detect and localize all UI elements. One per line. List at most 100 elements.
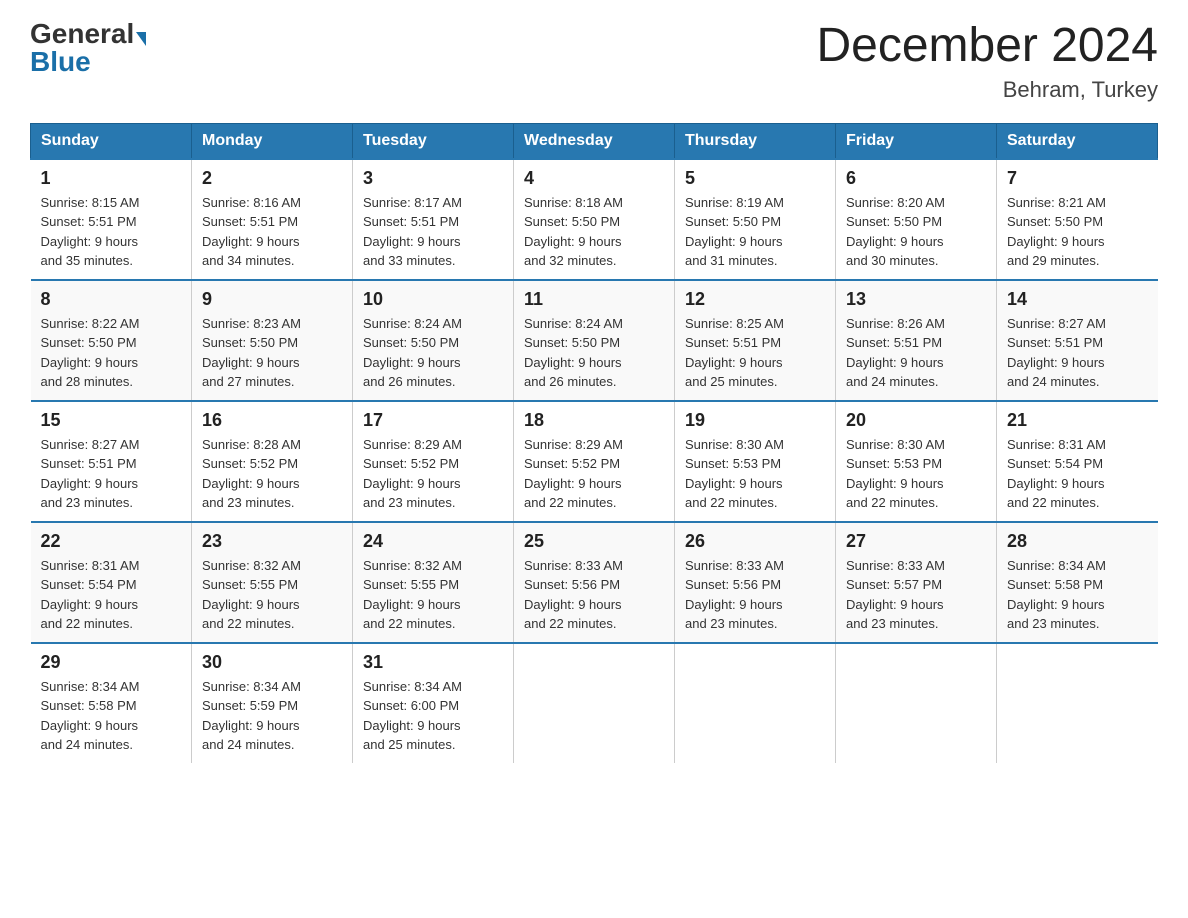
day-number: 22 bbox=[41, 531, 182, 552]
day-cell: 7 Sunrise: 8:21 AMSunset: 5:50 PMDaylight… bbox=[997, 159, 1158, 280]
day-cell: 23 Sunrise: 8:32 AMSunset: 5:55 PMDayligh… bbox=[192, 522, 353, 643]
day-cell: 1 Sunrise: 8:15 AMSunset: 5:51 PMDaylight… bbox=[31, 159, 192, 280]
logo-blue-text: Blue bbox=[30, 48, 91, 76]
day-info: Sunrise: 8:18 AMSunset: 5:50 PMDaylight:… bbox=[524, 193, 664, 271]
day-info: Sunrise: 8:33 AMSunset: 5:56 PMDaylight:… bbox=[685, 556, 825, 634]
day-cell: 27 Sunrise: 8:33 AMSunset: 5:57 PMDayligh… bbox=[836, 522, 997, 643]
day-cell: 16Sunrise: 8:28 AMSunset: 5:52 PMDayligh… bbox=[192, 401, 353, 522]
title-block: December 2024 Behram, Turkey bbox=[816, 20, 1158, 103]
day-cell: 8Sunrise: 8:22 AMSunset: 5:50 PMDaylight… bbox=[31, 280, 192, 401]
day-number: 19 bbox=[685, 410, 825, 431]
day-number: 23 bbox=[202, 531, 342, 552]
day-info: Sunrise: 8:24 AMSunset: 5:50 PMDaylight:… bbox=[524, 314, 664, 392]
day-number: 12 bbox=[685, 289, 825, 310]
day-cell: 25 Sunrise: 8:33 AMSunset: 5:56 PMDayligh… bbox=[514, 522, 675, 643]
week-row-3: 15Sunrise: 8:27 AMSunset: 5:51 PMDayligh… bbox=[31, 401, 1158, 522]
logo-triangle-icon bbox=[136, 32, 146, 46]
day-number: 6 bbox=[846, 168, 986, 189]
day-number: 27 bbox=[846, 531, 986, 552]
logo-general-text: General bbox=[30, 18, 134, 49]
day-cell bbox=[836, 643, 997, 763]
day-info: Sunrise: 8:26 AMSunset: 5:51 PMDaylight:… bbox=[846, 314, 986, 392]
day-cell: 18Sunrise: 8:29 AMSunset: 5:52 PMDayligh… bbox=[514, 401, 675, 522]
day-number: 9 bbox=[202, 289, 342, 310]
col-saturday: Saturday bbox=[997, 123, 1158, 159]
day-info: Sunrise: 8:17 AMSunset: 5:51 PMDaylight:… bbox=[363, 193, 503, 271]
day-info: Sunrise: 8:21 AMSunset: 5:50 PMDaylight:… bbox=[1007, 193, 1148, 271]
day-info: Sunrise: 8:25 AMSunset: 5:51 PMDaylight:… bbox=[685, 314, 825, 392]
day-cell: 24 Sunrise: 8:32 AMSunset: 5:55 PMDayligh… bbox=[353, 522, 514, 643]
day-info: Sunrise: 8:32 AMSunset: 5:55 PMDaylight:… bbox=[363, 556, 503, 634]
day-number: 14 bbox=[1007, 289, 1148, 310]
day-cell: 3 Sunrise: 8:17 AMSunset: 5:51 PMDaylight… bbox=[353, 159, 514, 280]
day-info: Sunrise: 8:34 AMSunset: 5:58 PMDaylight:… bbox=[41, 677, 182, 755]
day-info: Sunrise: 8:24 AMSunset: 5:50 PMDaylight:… bbox=[363, 314, 503, 392]
week-row-4: 22 Sunrise: 8:31 AMSunset: 5:54 PMDayligh… bbox=[31, 522, 1158, 643]
day-cell: 28 Sunrise: 8:34 AMSunset: 5:58 PMDayligh… bbox=[997, 522, 1158, 643]
col-sunday: Sunday bbox=[31, 123, 192, 159]
day-cell: 19 Sunrise: 8:30 AMSunset: 5:53 PMDayligh… bbox=[675, 401, 836, 522]
day-info: Sunrise: 8:29 AMSunset: 5:52 PMDaylight:… bbox=[363, 435, 503, 513]
col-tuesday: Tuesday bbox=[353, 123, 514, 159]
day-info: Sunrise: 8:32 AMSunset: 5:55 PMDaylight:… bbox=[202, 556, 342, 634]
day-cell: 20 Sunrise: 8:30 AMSunset: 5:53 PMDayligh… bbox=[836, 401, 997, 522]
day-number: 5 bbox=[685, 168, 825, 189]
day-info: Sunrise: 8:20 AMSunset: 5:50 PMDaylight:… bbox=[846, 193, 986, 271]
week-row-1: 1 Sunrise: 8:15 AMSunset: 5:51 PMDaylight… bbox=[31, 159, 1158, 280]
day-info: Sunrise: 8:34 AMSunset: 6:00 PMDaylight:… bbox=[363, 677, 503, 755]
month-title: December 2024 bbox=[816, 20, 1158, 73]
day-number: 29 bbox=[41, 652, 182, 673]
day-number: 30 bbox=[202, 652, 342, 673]
location-text: Behram, Turkey bbox=[816, 77, 1158, 103]
day-number: 11 bbox=[524, 289, 664, 310]
day-number: 3 bbox=[363, 168, 503, 189]
col-thursday: Thursday bbox=[675, 123, 836, 159]
day-cell: 14 Sunrise: 8:27 AMSunset: 5:51 PMDayligh… bbox=[997, 280, 1158, 401]
day-number: 20 bbox=[846, 410, 986, 431]
day-info: Sunrise: 8:29 AMSunset: 5:52 PMDaylight:… bbox=[524, 435, 664, 513]
day-info: Sunrise: 8:33 AMSunset: 5:56 PMDaylight:… bbox=[524, 556, 664, 634]
calendar-table: Sunday Monday Tuesday Wednesday Thursday… bbox=[30, 123, 1158, 763]
day-number: 31 bbox=[363, 652, 503, 673]
day-info: Sunrise: 8:30 AMSunset: 5:53 PMDaylight:… bbox=[846, 435, 986, 513]
day-cell: 2Sunrise: 8:16 AMSunset: 5:51 PMDaylight… bbox=[192, 159, 353, 280]
day-info: Sunrise: 8:23 AMSunset: 5:50 PMDaylight:… bbox=[202, 314, 342, 392]
day-info: Sunrise: 8:27 AMSunset: 5:51 PMDaylight:… bbox=[1007, 314, 1148, 392]
day-number: 2 bbox=[202, 168, 342, 189]
day-cell: 26Sunrise: 8:33 AMSunset: 5:56 PMDayligh… bbox=[675, 522, 836, 643]
day-number: 24 bbox=[363, 531, 503, 552]
day-number: 28 bbox=[1007, 531, 1148, 552]
day-number: 17 bbox=[363, 410, 503, 431]
day-info: Sunrise: 8:31 AMSunset: 5:54 PMDaylight:… bbox=[41, 556, 182, 634]
day-cell: 21 Sunrise: 8:31 AMSunset: 5:54 PMDayligh… bbox=[997, 401, 1158, 522]
col-wednesday: Wednesday bbox=[514, 123, 675, 159]
day-cell bbox=[675, 643, 836, 763]
day-info: Sunrise: 8:34 AMSunset: 5:59 PMDaylight:… bbox=[202, 677, 342, 755]
col-monday: Monday bbox=[192, 123, 353, 159]
day-cell: 4 Sunrise: 8:18 AMSunset: 5:50 PMDaylight… bbox=[514, 159, 675, 280]
day-info: Sunrise: 8:28 AMSunset: 5:52 PMDaylight:… bbox=[202, 435, 342, 513]
day-info: Sunrise: 8:30 AMSunset: 5:53 PMDaylight:… bbox=[685, 435, 825, 513]
day-number: 15 bbox=[41, 410, 182, 431]
day-cell: 17 Sunrise: 8:29 AMSunset: 5:52 PMDayligh… bbox=[353, 401, 514, 522]
col-friday: Friday bbox=[836, 123, 997, 159]
day-cell: 31 Sunrise: 8:34 AMSunset: 6:00 PMDayligh… bbox=[353, 643, 514, 763]
day-info: Sunrise: 8:33 AMSunset: 5:57 PMDaylight:… bbox=[846, 556, 986, 634]
day-info: Sunrise: 8:15 AMSunset: 5:51 PMDaylight:… bbox=[41, 193, 182, 271]
day-info: Sunrise: 8:34 AMSunset: 5:58 PMDaylight:… bbox=[1007, 556, 1148, 634]
week-row-5: 29 Sunrise: 8:34 AMSunset: 5:58 PMDayligh… bbox=[31, 643, 1158, 763]
day-info: Sunrise: 8:31 AMSunset: 5:54 PMDaylight:… bbox=[1007, 435, 1148, 513]
day-cell: 12 Sunrise: 8:25 AMSunset: 5:51 PMDayligh… bbox=[675, 280, 836, 401]
day-cell: 9 Sunrise: 8:23 AMSunset: 5:50 PMDaylight… bbox=[192, 280, 353, 401]
day-number: 4 bbox=[524, 168, 664, 189]
day-cell: 15Sunrise: 8:27 AMSunset: 5:51 PMDayligh… bbox=[31, 401, 192, 522]
day-cell: 22 Sunrise: 8:31 AMSunset: 5:54 PMDayligh… bbox=[31, 522, 192, 643]
day-cell: 30 Sunrise: 8:34 AMSunset: 5:59 PMDayligh… bbox=[192, 643, 353, 763]
day-cell: 11 Sunrise: 8:24 AMSunset: 5:50 PMDayligh… bbox=[514, 280, 675, 401]
day-number: 1 bbox=[41, 168, 182, 189]
day-info: Sunrise: 8:19 AMSunset: 5:50 PMDaylight:… bbox=[685, 193, 825, 271]
logo: General Blue bbox=[30, 20, 146, 76]
day-number: 25 bbox=[524, 531, 664, 552]
day-number: 7 bbox=[1007, 168, 1148, 189]
day-number: 21 bbox=[1007, 410, 1148, 431]
